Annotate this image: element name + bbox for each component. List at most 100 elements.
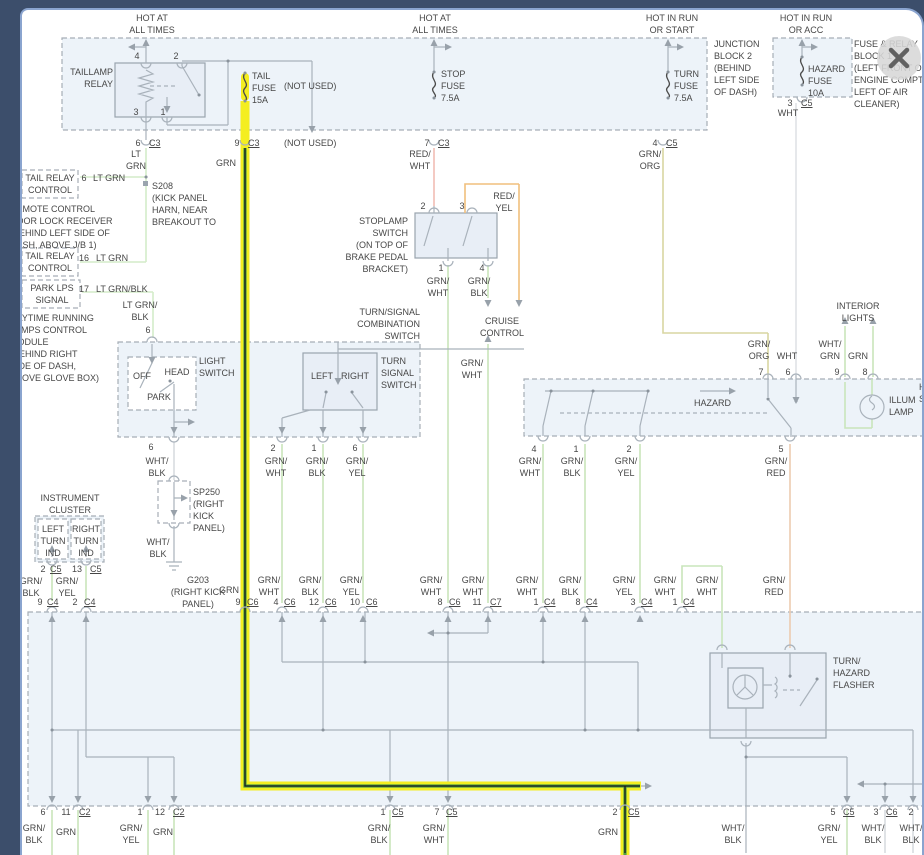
- component-label-turn-signal-switch: TURN SIGNAL SWITCH: [381, 356, 417, 390]
- wire-color-label: GRN/ BLK: [367, 823, 391, 845]
- pin-number: 9: [234, 138, 240, 148]
- wire-color-label: WHT/ BLK: [899, 823, 923, 845]
- pin-number: 3: [133, 107, 139, 117]
- diagram-canvas: HOT AT ALL TIMES HOT AT ALL TIMES HOT IN R…: [20, 8, 924, 855]
- close-button[interactable]: [877, 36, 921, 80]
- pin-number: 9: [235, 597, 241, 607]
- wire-color-label: GRN/ WHT: [419, 575, 443, 597]
- wire-color-label: GRN/ WHT: [461, 575, 485, 597]
- connector-ref: C2: [173, 807, 185, 817]
- component-label-light-switch: LIGHT SWITCH: [199, 356, 235, 378]
- diagram-stage: HOT AT ALL TIMES HOT AT ALL TIMES HOT IN R…: [22, 10, 923, 855]
- wire-color-label: GRN: [153, 827, 173, 837]
- connector-ref: C3: [248, 138, 260, 148]
- connector-ref: C6: [886, 807, 898, 817]
- component-label-tail-fuse: TAIL FUSE 15A: [252, 71, 277, 105]
- component-label-tail-relay-control: TAIL RELAY CONTROL: [25, 251, 75, 273]
- wire-color-label: GRN: [219, 585, 239, 595]
- component-label-turn-fuse: TURN FUSE 7.5A: [674, 69, 699, 103]
- component-label-instrument-cluster: INSTRUMENT CLUSTER: [40, 493, 100, 515]
- switch-position-label: RIGHT: [341, 371, 369, 381]
- pin-number: 2: [40, 564, 46, 574]
- component-label-tail-relay-control: TAIL RELAY CONTROL: [25, 173, 75, 195]
- switch-position-label: OFF: [133, 371, 151, 381]
- wire-color-label: GRN/ YEL: [119, 823, 143, 845]
- component-label-illum-lamp: ILLUM LAMP: [889, 395, 916, 417]
- wire-color-label: GRN/ YEL: [345, 456, 369, 478]
- component-label-park-lps-signal: PARK LPS SIGNAL: [30, 283, 74, 305]
- connector-ref: C7: [490, 597, 502, 607]
- component-label-junction-block: JUNCTION BLOCK 2 (BEHIND LEFT SIDE OF DA…: [714, 39, 760, 97]
- pin-number: 12: [154, 807, 166, 817]
- ground-label-g203: G203 (RIGHT KICK PANEL): [170, 575, 226, 609]
- component-label-stop-fuse: STOP FUSE 7.5A: [441, 69, 466, 103]
- feed-label: HOT AT ALL TIMES: [412, 13, 458, 35]
- connector-ref: C4: [683, 597, 695, 607]
- switch-position-label: PARK: [147, 392, 171, 402]
- pin-number: 2: [612, 807, 618, 817]
- connector-ref: C5: [666, 138, 678, 148]
- pin-number: 16: [78, 253, 90, 263]
- connector-ref: C6: [366, 597, 378, 607]
- pin-number: 2: [908, 807, 914, 817]
- wire-color-label: RED/ YEL: [493, 191, 515, 213]
- connector-ref: C6: [449, 597, 461, 607]
- connector-ref: C3: [149, 138, 161, 148]
- wire-color-label: WHT/ BLK: [145, 456, 169, 478]
- pin-number: 1: [573, 444, 579, 454]
- pin-number: 6: [352, 443, 358, 453]
- switch-position-label-hazard: HAZARD: [694, 398, 732, 408]
- wire-color-label: GRN/ YEL: [817, 823, 841, 845]
- pin-number: 6: [40, 807, 46, 817]
- wire-color-label: GRN: [598, 827, 618, 837]
- component-label-combination-switch: TURN/SIGNAL COMBINATION SWITCH: [357, 307, 420, 341]
- pin-number: 2: [420, 201, 426, 211]
- pin-number: 4: [134, 51, 140, 61]
- pin-number: 8: [862, 367, 868, 377]
- wire-color-label: GRN/ YEL: [612, 575, 636, 597]
- pin-number: 7: [434, 807, 440, 817]
- wire-color-label: GRN: [216, 158, 236, 168]
- connector-ref: C3: [438, 138, 450, 148]
- feed-label: HOT AT ALL TIMES: [129, 13, 175, 35]
- wiring-diagram-graphics: [22, 37, 922, 855]
- switch-position-label: HEAD: [164, 367, 190, 377]
- splice-label-s208: S208 (KICK PANEL HARN, NEAR BREAKOUT TO: [152, 181, 217, 227]
- wire-color-label: LT GRN/ BLK: [122, 300, 158, 322]
- wire-color-label: GRN: [848, 351, 868, 361]
- wire-color-label: GRN/ BLK: [558, 575, 582, 597]
- wire-color-label: GRN/ RED: [764, 456, 788, 478]
- component-label-turn-hazard-flasher: TURN/ HAZARD FLASHER: [833, 656, 875, 690]
- pin-number: 4: [479, 263, 485, 273]
- feed-label: HOT IN RUN OR ACC: [779, 13, 833, 35]
- wire-color-label: GRN/ RED: [762, 575, 786, 597]
- component-label-taillamp-relay: TAILLAMP RELAY: [70, 67, 113, 89]
- pin-number: 13: [71, 564, 83, 574]
- pin-number: 9: [37, 597, 43, 607]
- pin-number: 3: [873, 807, 879, 817]
- connector-ref: C4: [544, 597, 556, 607]
- connector-ref: C4: [586, 597, 598, 607]
- wire-color-label: GRN/ YEL: [339, 575, 363, 597]
- wire-color-label: GRN/ WHT: [422, 823, 446, 845]
- note-label: (NOT USED): [284, 81, 337, 91]
- wire-color-label: GRN/ WHT: [257, 575, 281, 597]
- connector-ref: C5: [628, 807, 640, 817]
- pin-number: 11: [61, 807, 71, 817]
- component-label-hazard-switch: HAZARD SWITCH: [919, 381, 922, 405]
- pin-number: 7: [758, 367, 764, 377]
- pin-number: 1: [137, 807, 143, 817]
- pin-number: 5: [778, 444, 784, 454]
- wire-color-label: GRN/ ORG: [747, 339, 771, 361]
- wire-color-label: LT GRN/BLK: [96, 284, 148, 294]
- pin-number: 1: [160, 107, 166, 117]
- wire-color-label: LT GRN: [93, 173, 126, 183]
- pin-number: 1: [438, 263, 444, 273]
- pin-number: 4: [531, 444, 537, 454]
- connector-ref: C4: [47, 597, 59, 607]
- wire-color-label: WHT/ BLK: [861, 823, 885, 845]
- wire-color-label: WHT: [777, 108, 799, 118]
- component-label-interior-lights: INTERIOR LIGHTS: [836, 301, 880, 323]
- switch-position-label: LEFT: [310, 371, 334, 381]
- wire-color-label: GRN/ WHT: [460, 358, 484, 380]
